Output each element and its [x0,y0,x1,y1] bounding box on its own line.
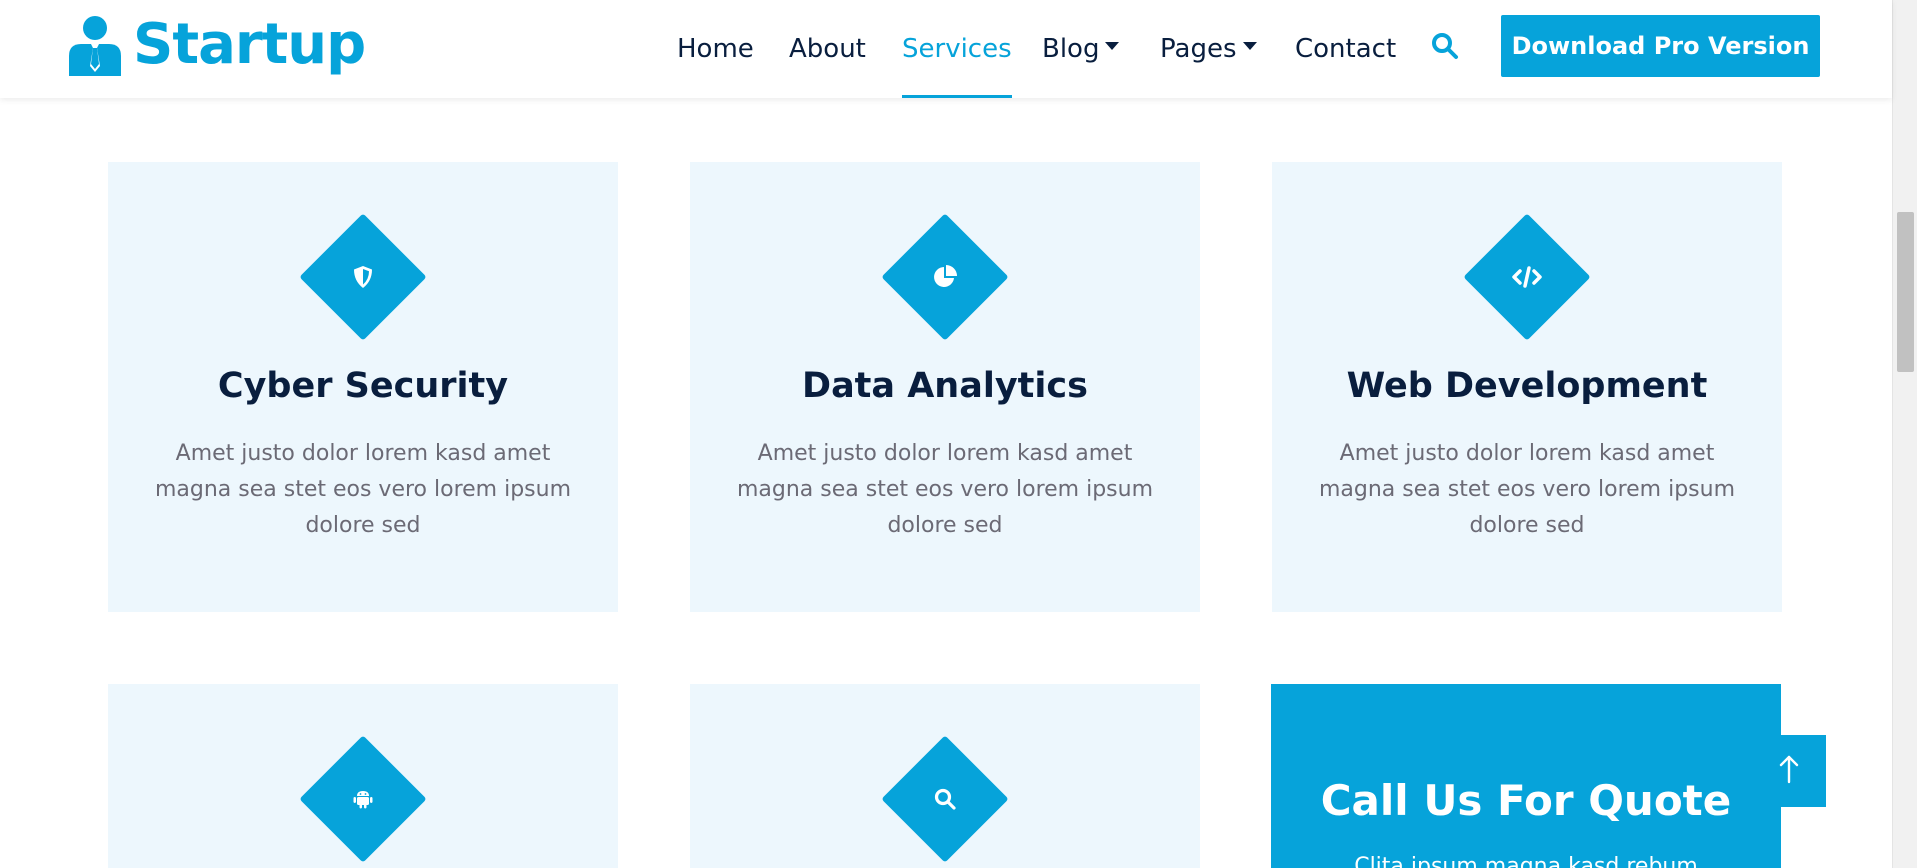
quote-title: Call Us For Quote [1320,776,1732,825]
nav-services-label: Services [902,34,1012,64]
nav-services[interactable]: Services [902,0,1012,98]
service-icon-badge [299,735,427,863]
nav-contact[interactable]: Contact [1295,0,1396,98]
call-for-quote-card: Call Us For Quote Clita ipsum magna kasd… [1271,684,1781,868]
nav-pages-label: Pages [1160,34,1237,64]
android-icon [300,736,426,862]
service-description: Amet justo dolor lorem kasd amet magna s… [154,441,572,538]
scrollbar-thumb[interactable] [1897,212,1914,372]
caret-down-icon [1242,42,1257,50]
service-card-web-development: Web Development Amet justo dolor lorem k… [1272,162,1782,612]
search-icon [882,736,1008,862]
nav-about-label: About [789,34,866,64]
service-icon-badge [881,213,1009,341]
code-icon [1464,214,1590,340]
quote-text: Clita ipsum magna kasd rebum [1354,854,1698,868]
search-icon[interactable] [1431,32,1459,60]
shield-icon [300,214,426,340]
nav-about[interactable]: About [789,0,866,98]
service-icon-badge [1463,213,1591,341]
caret-down-icon [1105,42,1120,50]
service-card-seo [690,684,1200,868]
nav-contact-label: Contact [1295,34,1397,64]
service-title: Cyber Security [217,366,509,406]
service-card-data-analytics: Data Analytics Amet justo dolor lorem ka… [690,162,1200,612]
service-title: Web Development [1346,366,1708,406]
nav-blog-label: Blog [1042,34,1100,64]
service-card-cyber-security: Cyber Security Amet justo dolor lorem ka… [108,162,618,612]
user-tie-icon [67,14,123,76]
download-pro-button[interactable]: Download Pro Version [1501,15,1820,77]
brand-logo[interactable]: Startup [67,10,366,80]
service-description: Amet justo dolor lorem kasd amet magna s… [736,441,1154,538]
service-icon-badge [299,213,427,341]
service-icon-badge [881,735,1009,863]
pie-chart-icon [882,214,1008,340]
arrow-up-icon [1778,754,1800,788]
nav-pages[interactable]: Pages [1160,0,1257,98]
nav-blog[interactable]: Blog [1042,0,1120,98]
page-scrollbar[interactable] [1892,0,1917,868]
nav-home-label: Home [677,34,754,64]
brand-name: Startup [133,12,366,77]
service-card-android [108,684,618,868]
navbar: Startup Home About Services Blog Pages C… [0,0,1892,98]
back-to-top-button[interactable] [1751,735,1826,807]
service-title: Data Analytics [802,366,1088,406]
service-description: Amet justo dolor lorem kasd amet magna s… [1318,441,1736,538]
nav-home[interactable]: Home [677,0,754,98]
